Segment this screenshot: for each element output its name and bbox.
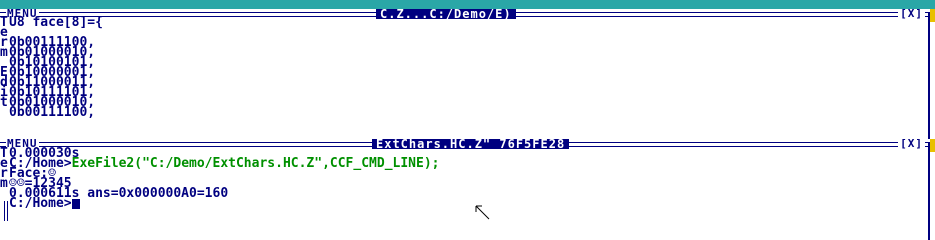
block-indicator xyxy=(7,201,8,221)
side-letter: m xyxy=(0,176,8,191)
code-line: 0b00111100, xyxy=(9,105,96,120)
resize-handle[interactable] xyxy=(930,9,935,22)
output-line: 0.000611s ans=0x000000A0=160 xyxy=(9,186,229,201)
scrollbar-track[interactable] xyxy=(928,143,930,240)
scrollbar-track[interactable] xyxy=(928,13,930,139)
window-title[interactable]: C.Z...C:/Demo/E) xyxy=(376,9,516,20)
side-letter: t xyxy=(0,95,8,110)
mouse-arrow-icon xyxy=(475,205,490,220)
top-teal-bar xyxy=(0,0,935,9)
source-window[interactable]: MENU C.Z...C:/Demo/E) [X] T e r m E d i … xyxy=(0,9,935,139)
code-editor[interactable]: U8 face[8]={ 0b00111100, 0b01000010, 0b1… xyxy=(9,15,103,120)
text-cursor xyxy=(71,199,80,209)
terminal-output[interactable]: 0.000030s C:/Home>ExeFile2("C:/Demo/ExtC… xyxy=(9,147,440,211)
terminal-window[interactable]: MENU ExtChars.HC.Z" 76F5FE28 [X] T e r m… xyxy=(0,139,935,240)
block-indicator xyxy=(4,201,5,221)
window-side-label: T e r m E d i t xyxy=(0,16,8,118)
window-side-label: T e r m xyxy=(0,147,8,191)
side-letter: m xyxy=(0,45,8,60)
window-title[interactable]: ExtChars.HC.Z" 76F5FE28 xyxy=(372,139,570,150)
code-line: U8 face[8]={ xyxy=(9,15,103,30)
close-button[interactable]: [X] xyxy=(898,9,925,19)
prompt: C:/Home> xyxy=(9,196,72,211)
command-line[interactable]: C:/Home>ExeFile2("C:/Demo/ExtChars.HC.Z"… xyxy=(9,156,440,171)
command-text: ExeFile2("C:/Demo/ExtChars.HC.Z",CCF_CMD… xyxy=(71,156,440,171)
close-button[interactable]: [X] xyxy=(898,139,925,149)
resize-handle[interactable] xyxy=(930,139,935,152)
